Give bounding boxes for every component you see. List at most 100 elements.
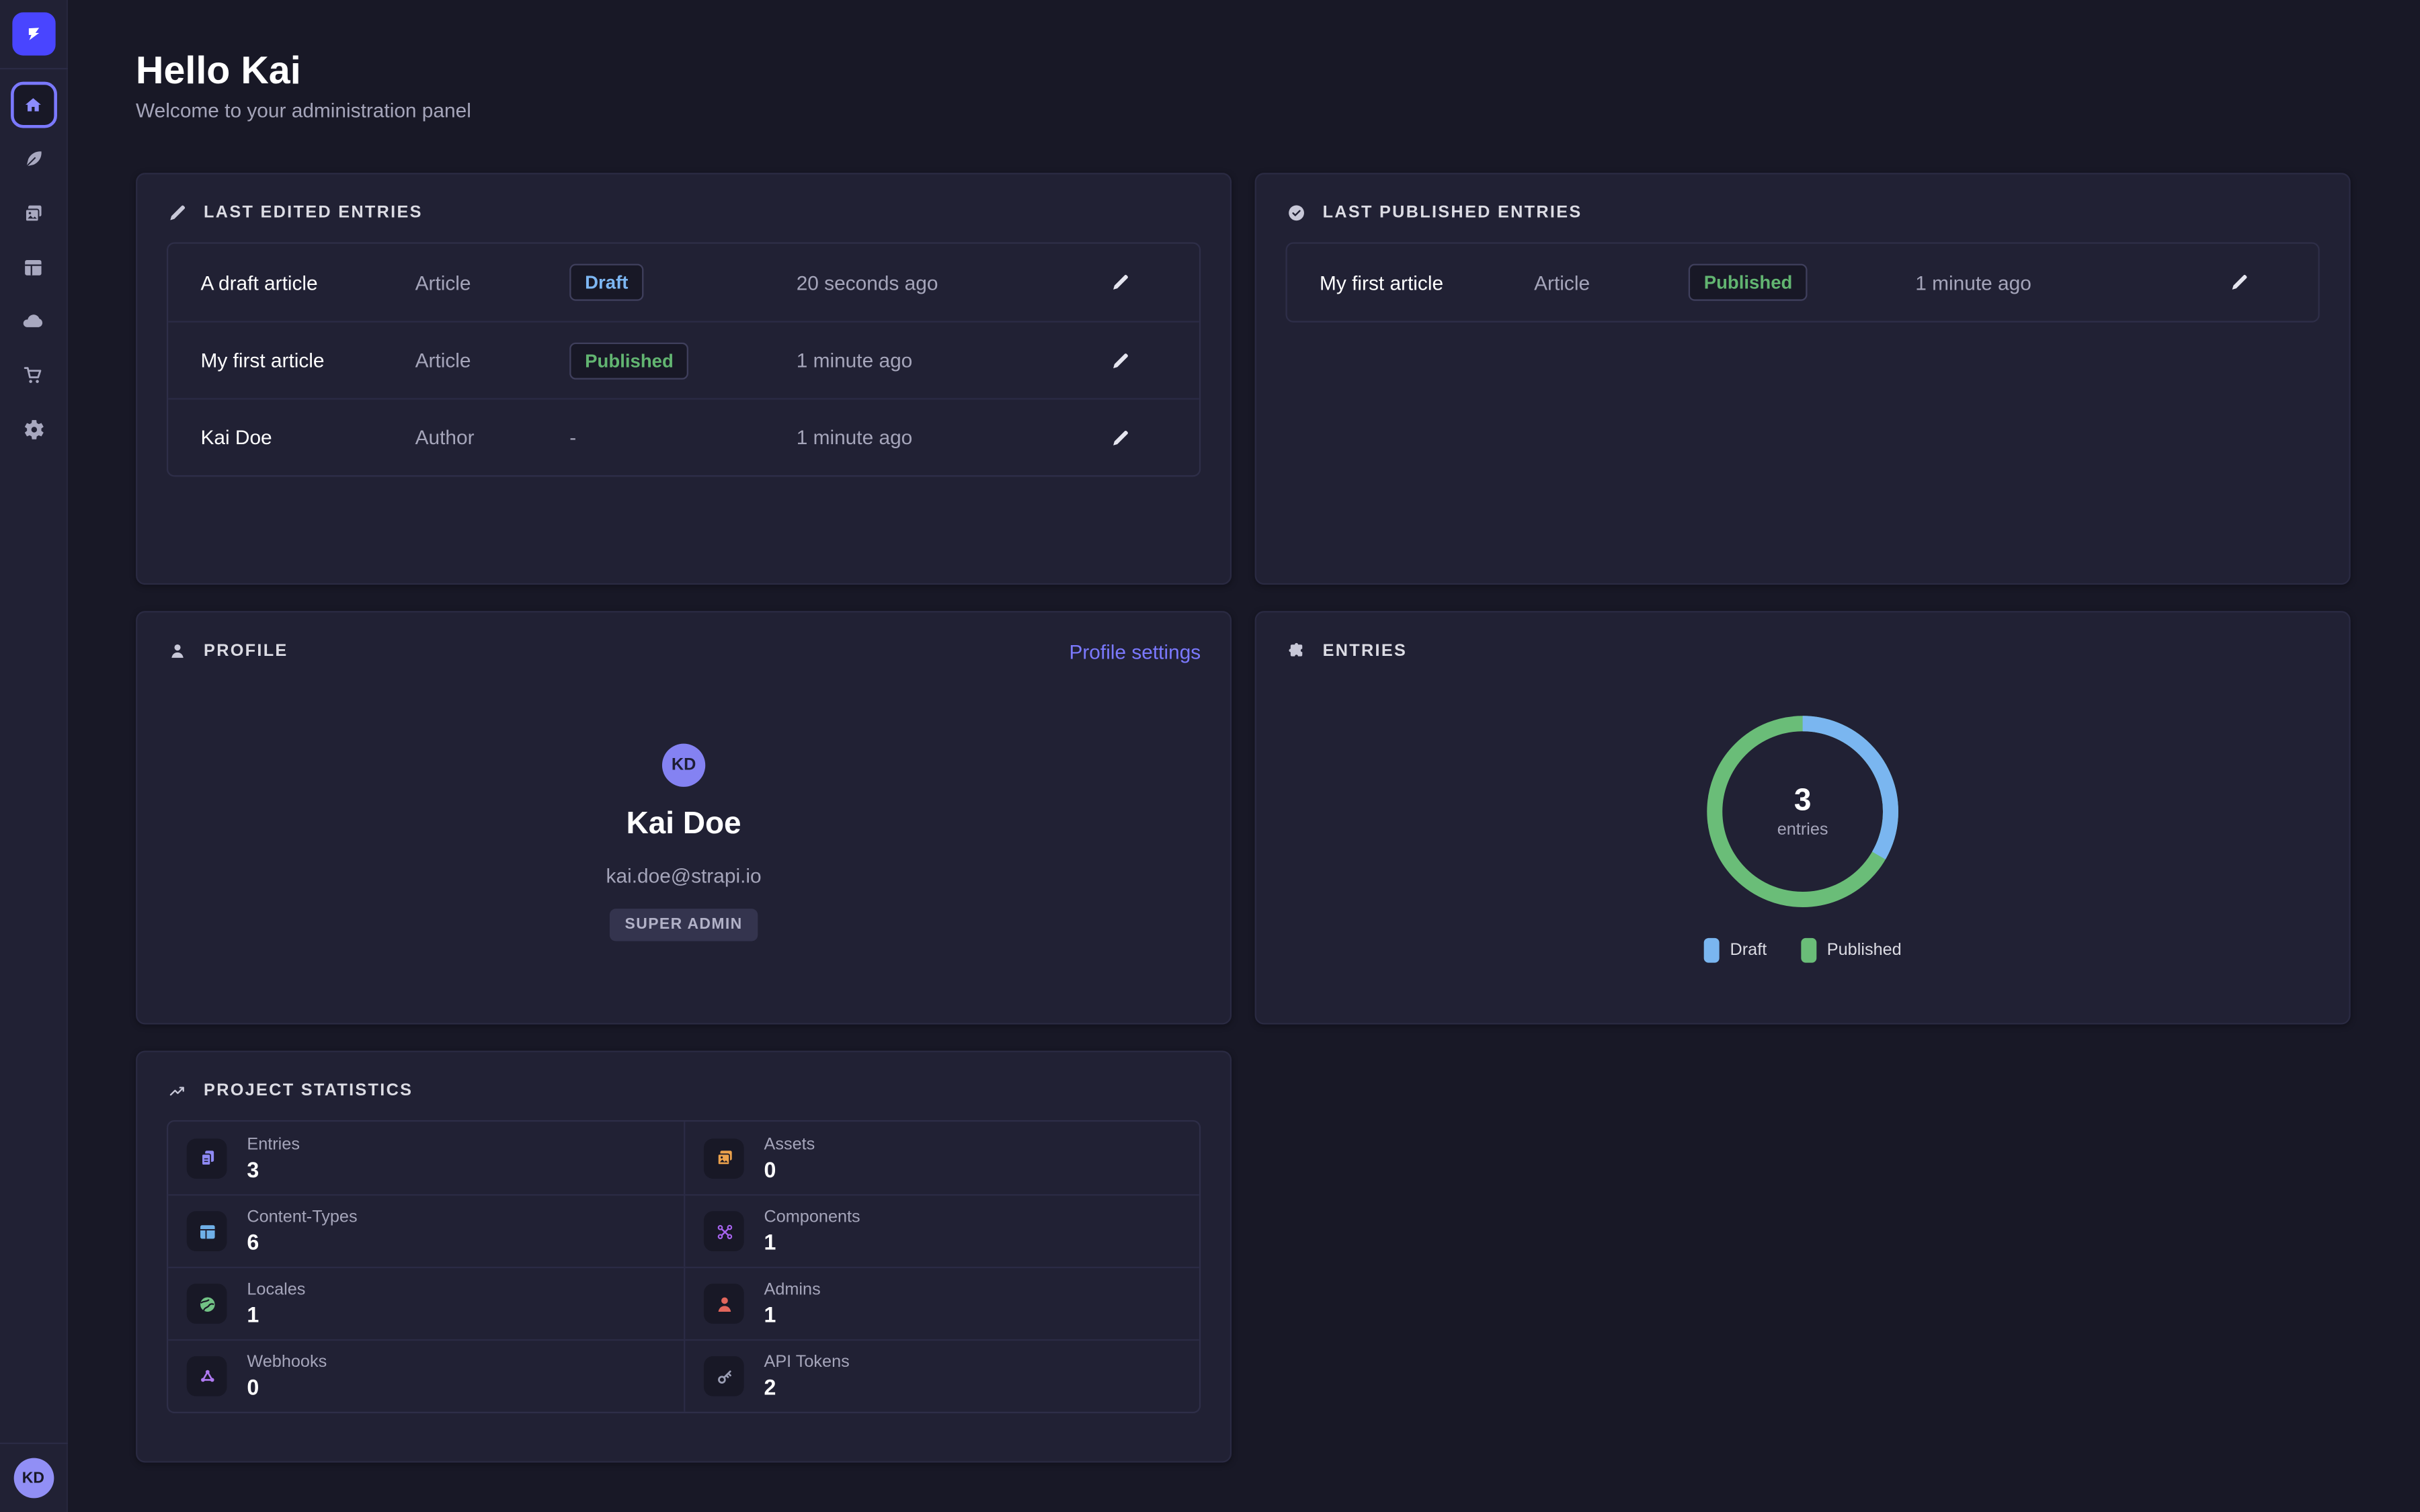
pencil-icon bbox=[2228, 271, 2250, 293]
globe-icon bbox=[195, 1292, 218, 1315]
entry-kind: Article bbox=[1534, 271, 1689, 294]
picture-icon bbox=[713, 1146, 735, 1169]
pencil-icon bbox=[1110, 271, 1131, 293]
entry-updated: 1 minute ago bbox=[1915, 271, 2193, 294]
stat-value: 0 bbox=[247, 1375, 327, 1400]
role-badge: SUPER ADMIN bbox=[610, 909, 758, 941]
stat-label: Components bbox=[764, 1208, 860, 1228]
pencil-icon bbox=[1110, 427, 1131, 448]
key-icon bbox=[713, 1365, 735, 1388]
entry-updated: 1 minute ago bbox=[797, 426, 1074, 449]
stat-value: 6 bbox=[247, 1230, 357, 1255]
check-circle-icon bbox=[1286, 202, 1307, 224]
layout-icon bbox=[195, 1220, 218, 1243]
cloud-icon[interactable] bbox=[20, 308, 46, 335]
profile-email: kai.doe@strapi.io bbox=[606, 864, 762, 887]
stat-admins: Admins 1 bbox=[684, 1267, 1199, 1339]
status-badge: Draft bbox=[569, 264, 643, 301]
chart-legend: Draft Published bbox=[1703, 938, 1901, 963]
entry-kind: Article bbox=[415, 349, 570, 372]
last-published-table: My first article Article Published 1 min… bbox=[1286, 242, 2320, 322]
panel-title: LAST EDITED ENTRIES bbox=[204, 204, 423, 222]
pencil-icon bbox=[167, 202, 188, 224]
panel-title: LAST PUBLISHED ENTRIES bbox=[1323, 204, 1582, 222]
edit-entry-button[interactable] bbox=[1110, 427, 1131, 448]
stat-label: Assets bbox=[764, 1135, 815, 1155]
user-avatar[interactable]: KD bbox=[13, 1458, 54, 1499]
profile-avatar: KD bbox=[662, 744, 705, 787]
empty-grid-cell bbox=[1255, 1051, 2351, 1463]
stat-webhooks: Webhooks 0 bbox=[168, 1339, 684, 1412]
puzzle-icon bbox=[1286, 640, 1307, 662]
last-published-entries-panel: LAST PUBLISHED ENTRIES My first article … bbox=[1255, 173, 2351, 585]
entry-updated: 1 minute ago bbox=[797, 349, 1074, 372]
status-empty: - bbox=[569, 426, 797, 449]
main-content: Hello Kai Welcome to your administration… bbox=[68, 0, 2420, 1512]
user-icon bbox=[713, 1292, 735, 1315]
entry-updated: 20 seconds ago bbox=[797, 271, 1074, 294]
home-icon bbox=[22, 93, 44, 116]
stat-components: Components 1 bbox=[684, 1194, 1199, 1267]
stat-label: Entries bbox=[247, 1135, 300, 1155]
stat-value: 1 bbox=[247, 1302, 305, 1327]
entry-name: My first article bbox=[200, 349, 415, 372]
gear-icon[interactable] bbox=[20, 417, 46, 443]
stat-entries: Entries 3 bbox=[168, 1122, 684, 1194]
stat-content-types: Content-Types 6 bbox=[168, 1194, 684, 1267]
edit-entry-button[interactable] bbox=[2228, 271, 2250, 293]
sidebar-divider bbox=[0, 68, 67, 69]
documents-icon bbox=[195, 1146, 218, 1169]
entry-name: A draft article bbox=[200, 271, 415, 294]
status-badge: Published bbox=[569, 342, 689, 379]
sidebar: KD bbox=[0, 0, 68, 1512]
legend-label: Draft bbox=[1730, 941, 1767, 960]
webhook-icon bbox=[195, 1365, 218, 1388]
stat-value: 1 bbox=[764, 1302, 820, 1327]
components-icon bbox=[713, 1220, 735, 1243]
stat-locales: Locales 1 bbox=[168, 1267, 684, 1339]
cart-icon[interactable] bbox=[20, 363, 46, 389]
entry-kind: Article bbox=[415, 271, 570, 294]
page-header: Hello Kai Welcome to your administration… bbox=[136, 51, 2420, 124]
strapi-admin-dashboard: KD Hello Kai Welcome to your administrat… bbox=[0, 0, 2420, 1512]
table-row: My first article Article Published 1 min… bbox=[168, 321, 1199, 398]
entries-panel: ENTRIES 3 entries bbox=[1255, 611, 2351, 1024]
strapi-logo-icon[interactable] bbox=[11, 12, 54, 55]
published-swatch bbox=[1801, 938, 1816, 963]
sidebar-bottom-divider bbox=[0, 1443, 67, 1444]
legend-item-published: Published bbox=[1801, 938, 1902, 963]
page-subtitle: Welcome to your administration panel bbox=[136, 99, 2420, 124]
edit-entry-button[interactable] bbox=[1110, 349, 1131, 371]
dashboard-grid: LAST EDITED ENTRIES A draft article Arti… bbox=[136, 173, 2420, 1462]
layout-icon[interactable] bbox=[20, 255, 46, 281]
pencil-icon bbox=[1110, 349, 1131, 371]
trend-up-icon bbox=[167, 1080, 188, 1101]
stat-label: Webhooks bbox=[247, 1353, 327, 1374]
feather-icon[interactable] bbox=[20, 146, 46, 173]
stat-label: Admins bbox=[764, 1281, 820, 1301]
entry-name: My first article bbox=[1320, 271, 1534, 294]
last-edited-entries-panel: LAST EDITED ENTRIES A draft article Arti… bbox=[136, 173, 1232, 585]
entry-kind: Author bbox=[415, 426, 570, 449]
status-badge: Published bbox=[1689, 264, 1808, 301]
profile-settings-link[interactable]: Profile settings bbox=[1069, 640, 1201, 663]
stat-label: Content-Types bbox=[247, 1208, 357, 1228]
entries-donut-chart: 3 entries bbox=[1705, 714, 1900, 909]
person-icon bbox=[167, 640, 188, 662]
images-icon[interactable] bbox=[20, 200, 46, 226]
edit-entry-button[interactable] bbox=[1110, 271, 1131, 293]
stat-value: 0 bbox=[764, 1157, 815, 1181]
profile-panel: PROFILE Profile settings KD Kai Doe kai.… bbox=[136, 611, 1232, 1024]
panel-title: PROJECT STATISTICS bbox=[204, 1081, 413, 1100]
stats-table: Entries 3 Assets 0 Content-Types 6 bbox=[167, 1120, 1201, 1413]
table-row: My first article Article Published 1 min… bbox=[1287, 244, 2318, 321]
panel-title: PROFILE bbox=[204, 642, 288, 661]
profile-name: Kai Doe bbox=[627, 805, 741, 842]
table-row: A draft article Article Draft 20 seconds… bbox=[168, 244, 1199, 321]
entries-unit: entries bbox=[1777, 821, 1828, 839]
stat-value: 1 bbox=[764, 1230, 860, 1255]
table-row: Kai Doe Author - 1 minute ago bbox=[168, 398, 1199, 475]
entry-name: Kai Doe bbox=[200, 426, 415, 449]
stat-assets: Assets 0 bbox=[684, 1122, 1199, 1194]
sidebar-item-home[interactable] bbox=[10, 82, 56, 128]
